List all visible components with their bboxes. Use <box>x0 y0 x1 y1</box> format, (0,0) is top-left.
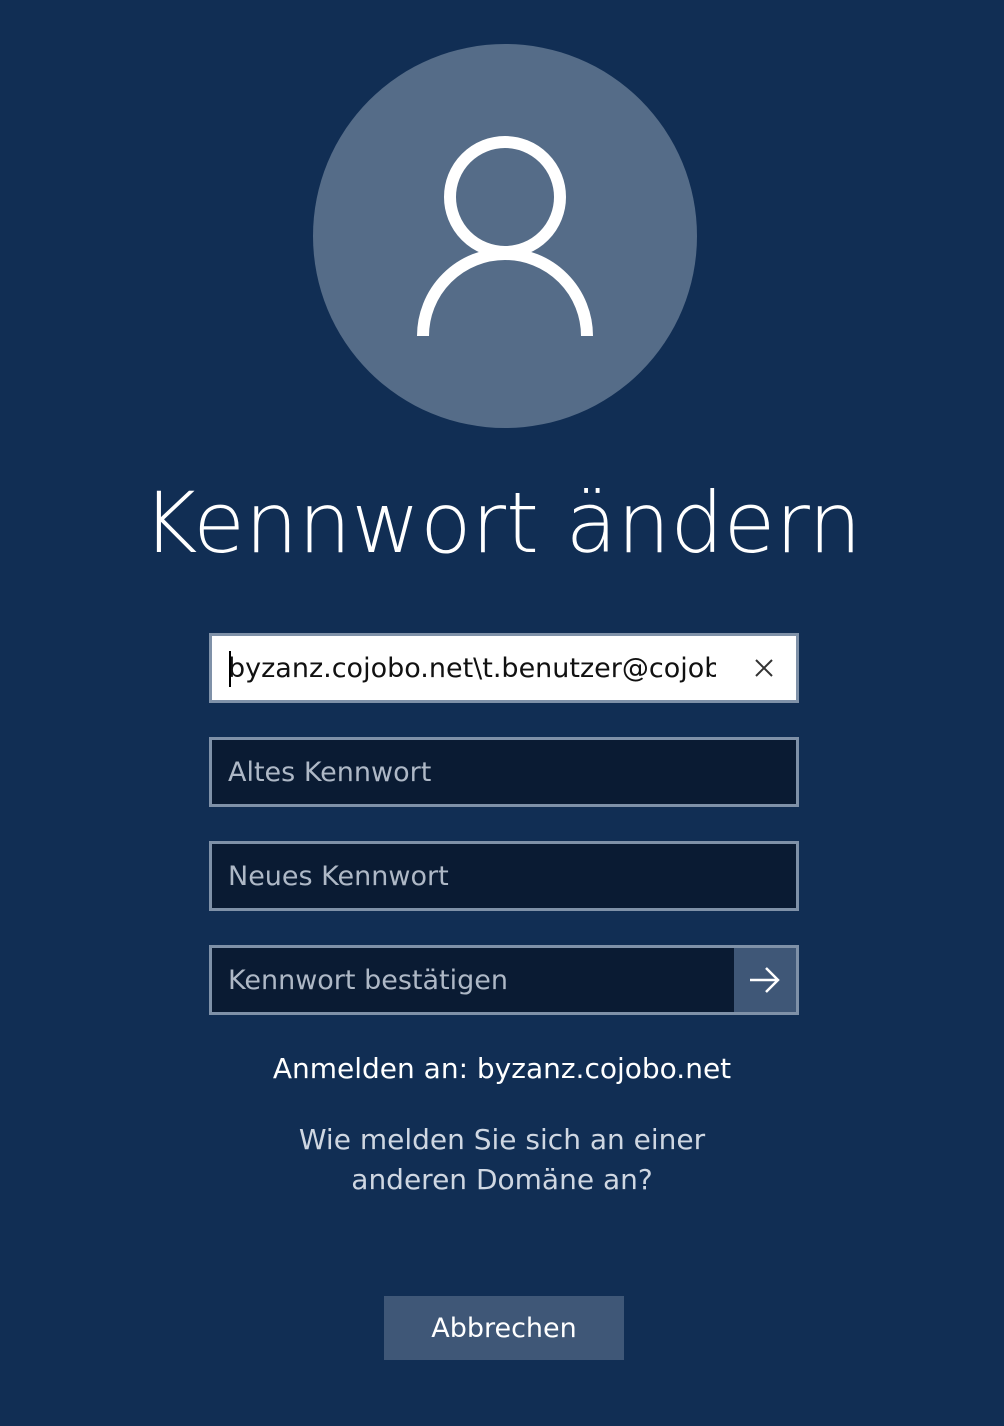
old-password-field-container <box>209 737 799 807</box>
username-field-container <box>209 633 799 703</box>
submit-button[interactable] <box>734 948 796 1012</box>
signin-domain-label: Anmelden an: byzanz.cojobo.net <box>272 1052 732 1085</box>
cancel-button[interactable]: Abbrechen <box>384 1296 624 1360</box>
user-avatar <box>313 44 697 428</box>
text-cursor <box>229 651 231 687</box>
new-password-input[interactable] <box>212 844 796 908</box>
clear-button[interactable] <box>746 650 782 686</box>
username-input[interactable] <box>212 636 796 700</box>
user-icon <box>417 136 593 337</box>
change-password-screen: Kennwort ändern Anmelden an: byzanz.cojo… <box>0 0 1004 1426</box>
old-password-input[interactable] <box>212 740 796 804</box>
close-icon <box>755 659 773 677</box>
other-domain-link[interactable]: Wie melden Sie sich an einer anderen Dom… <box>240 1120 764 1200</box>
confirm-password-field-container <box>209 945 799 1015</box>
page-title: Kennwort ändern <box>142 474 862 572</box>
new-password-field-container <box>209 841 799 911</box>
confirm-password-input[interactable] <box>212 948 796 1012</box>
arrow-right-icon <box>750 967 780 993</box>
